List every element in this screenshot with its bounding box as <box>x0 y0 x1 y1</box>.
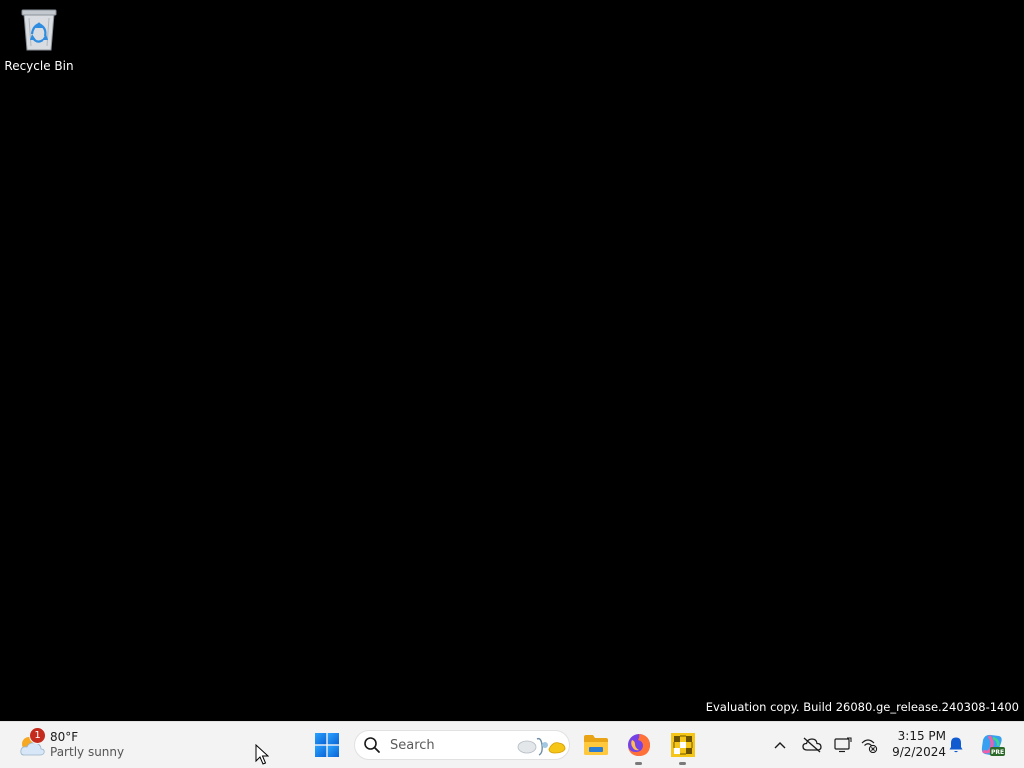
taskbar: 1 80°F Partly sunny Search 3:15 PM 9/2/2… <box>0 721 1024 768</box>
running-indicator <box>679 762 686 765</box>
recycle-bin-icon <box>21 9 57 51</box>
onedrive-tray-button[interactable] <box>800 732 824 758</box>
folder-icon <box>584 735 608 755</box>
weather-widget[interactable]: 1 80°F Partly sunny <box>18 726 138 764</box>
windows-logo-icon <box>315 733 339 757</box>
recycle-bin-label: Recycle Bin <box>4 59 74 73</box>
taskbar-app[interactable] <box>664 727 702 765</box>
display-tray-button[interactable] <box>831 732 855 758</box>
bell-icon <box>949 737 963 753</box>
network-tray-button[interactable] <box>857 732 881 758</box>
taskbar-file-explorer[interactable] <box>577 727 615 763</box>
tiles-app-icon <box>671 733 695 757</box>
copilot-pre-icon: PRE <box>981 734 1005 756</box>
search-highlight-icon <box>517 737 566 756</box>
taskbar-search[interactable] <box>354 730 570 760</box>
clock-date: 9/2/2024 <box>892 745 946 759</box>
weather-condition: Partly sunny <box>50 745 125 759</box>
taskbar-firefox[interactable] <box>620 727 658 765</box>
search-input[interactable] <box>390 737 510 753</box>
weather-badge: 1 <box>29 727 46 744</box>
notifications-button[interactable] <box>944 732 968 758</box>
taskbar-clock[interactable]: 3:15 PM 9/2/2024 <box>886 728 946 760</box>
running-indicator <box>635 762 642 765</box>
display-icon <box>834 737 852 753</box>
weather-temperature: 80°F <box>50 730 79 744</box>
partly-sunny-icon: 1 <box>18 727 46 759</box>
evaluation-watermark: Evaluation copy. Build 26080.ge_release.… <box>705 700 1019 714</box>
clock-time: 3:15 PM <box>897 729 946 743</box>
chevron-up-icon <box>774 742 786 749</box>
copilot-badge-text: PRE <box>991 749 1004 756</box>
search-icon <box>364 737 380 753</box>
mouse-cursor-icon <box>255 744 269 765</box>
copilot-button[interactable]: PRE <box>978 732 1006 758</box>
cloud-offline-icon <box>802 737 822 753</box>
network-disconnected-icon <box>861 739 878 753</box>
start-button[interactable] <box>308 727 346 763</box>
desktop-icon-recycle-bin[interactable]: Recycle Bin <box>4 6 74 76</box>
desktop: Recycle Bin Evaluation copy. Build 26080… <box>0 0 1024 721</box>
show-hidden-icons-button[interactable] <box>768 732 792 758</box>
firefox-icon <box>628 734 650 756</box>
